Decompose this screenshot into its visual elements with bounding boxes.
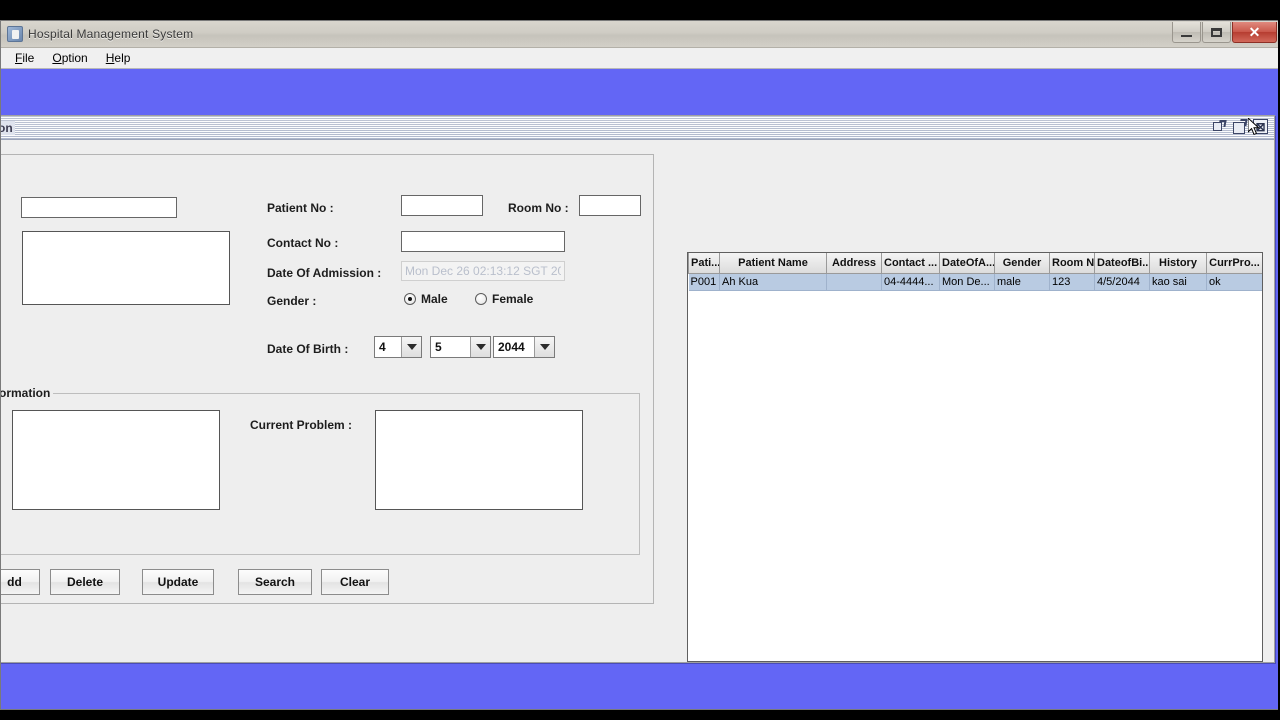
table-col-gender[interactable]: Gender xyxy=(994,253,1050,274)
table-col-address[interactable]: Address xyxy=(826,253,882,274)
history-textarea[interactable] xyxy=(12,410,220,510)
contact-no-label: Contact No : xyxy=(267,236,339,250)
window-title: Hospital Management System xyxy=(28,27,194,41)
cell-gender: male xyxy=(994,273,1050,291)
menu-option-rest: ption xyxy=(61,50,88,65)
chevron-down-icon xyxy=(401,337,421,357)
radio-male-label: Male xyxy=(421,292,448,306)
cell-date-of-admission: Mon De... xyxy=(939,273,995,291)
close-icon: ✕ xyxy=(1248,24,1261,40)
patient-no-label: Patient No : xyxy=(267,201,334,215)
chevron-down-icon xyxy=(534,337,554,357)
clear-button[interactable]: Clear xyxy=(321,569,389,595)
window-maximize-button[interactable] xyxy=(1202,22,1231,43)
cell-patient-no: P001 xyxy=(688,273,720,291)
internal-frame-minimize-button[interactable] xyxy=(1211,119,1226,134)
table-col-current-problem[interactable]: CurrPro... xyxy=(1206,253,1262,274)
maximize-icon xyxy=(1211,27,1222,37)
table-col-patient-name[interactable]: Patient Name xyxy=(719,253,827,274)
letterbox-top xyxy=(0,0,1280,20)
update-button[interactable]: Update xyxy=(142,569,214,595)
internal-frame-content: Patient No : Room No : Contact No : Date… xyxy=(1,140,1274,662)
date-of-birth-label: Date Of Birth : xyxy=(267,342,349,356)
desktop-pane: on ⊠ Patient No: Room No: Contact No:… xyxy=(1,69,1279,709)
cell-current-problem: ok xyxy=(1206,273,1262,291)
table-header-row: Pati... Patient Name Address Contact ...… xyxy=(688,253,1262,274)
table-col-room-no[interactable]: Room No xyxy=(1049,253,1095,274)
table-col-date-of-admission[interactable]: DateOfA... xyxy=(939,253,995,274)
radio-male-icon xyxy=(404,293,416,305)
cell-history: kao sai xyxy=(1149,273,1207,291)
patient-table: Pati... Patient Name Address Contact ...… xyxy=(688,253,1262,291)
window-minimize-button[interactable] xyxy=(1172,22,1201,43)
window-controls: ✕ xyxy=(1171,22,1277,43)
table-col-date-of-birth[interactable]: DateofBi... xyxy=(1094,253,1150,274)
table-col-contact[interactable]: Contact ... xyxy=(881,253,940,274)
dob-month-combo[interactable]: 5 xyxy=(430,336,491,358)
menu-help-rest: elp xyxy=(114,50,131,65)
contact-no-input[interactable] xyxy=(401,231,565,252)
cell-room-no: 123 xyxy=(1049,273,1095,291)
radio-female-label: Female xyxy=(492,292,534,306)
menu-file[interactable]: File xyxy=(7,49,42,68)
gender-radio-male[interactable]: Male xyxy=(404,292,448,306)
patient-no-input[interactable] xyxy=(401,195,483,216)
menu-file-rest: ile xyxy=(22,50,35,65)
window-titlebar[interactable]: Hospital Management System ✕ xyxy=(1,21,1279,48)
patient-name-input[interactable] xyxy=(21,197,177,218)
delete-button[interactable]: Delete xyxy=(50,569,120,595)
address-textarea[interactable] xyxy=(22,231,230,305)
internal-frame-titlebar[interactable]: on ⊠ xyxy=(1,116,1274,140)
dob-year-combo[interactable]: 2044 xyxy=(493,336,555,358)
letterbox-bottom xyxy=(0,710,1280,720)
internal-frame-title: on xyxy=(1,120,15,135)
patient-table-panel: Pati... Patient Name Address Contact ...… xyxy=(687,252,1263,662)
dob-day-value: 4 xyxy=(375,337,401,357)
menubar: File Option Help xyxy=(1,48,1279,69)
dob-year-value: 2044 xyxy=(494,337,534,357)
dob-month-value: 5 xyxy=(431,337,470,357)
current-problem-label: Current Problem : xyxy=(250,418,353,432)
table-row[interactable]: P001 Ah Kua 04-4444... Mon De... male 12… xyxy=(688,273,1262,291)
search-button[interactable]: Search xyxy=(238,569,312,595)
current-problem-textarea[interactable] xyxy=(375,410,583,510)
internal-frame-maximize-button[interactable] xyxy=(1232,119,1247,134)
cell-patient-name: Ah Kua xyxy=(719,273,827,291)
cell-contact: 04-4444... xyxy=(881,273,940,291)
date-of-admission-input[interactable] xyxy=(401,261,565,281)
table-col-patient-no[interactable]: Pati... xyxy=(688,253,720,274)
cell-address xyxy=(826,273,882,291)
table-empty-area xyxy=(688,290,1262,661)
add-button[interactable]: dd xyxy=(1,569,40,595)
information-group-panel: formation Current Problem : xyxy=(1,386,640,555)
internal-frame-patient-information: on ⊠ Patient No: Room No: Contact No:… xyxy=(1,115,1275,663)
date-of-admission-label: Date Of Admission : xyxy=(267,266,382,280)
dob-day-combo[interactable]: 4 xyxy=(374,336,422,358)
table-col-history[interactable]: History xyxy=(1149,253,1207,274)
screen-root: Hospital Management System ✕ File Option… xyxy=(0,0,1280,720)
cell-date-of-birth: 4/5/2044 xyxy=(1094,273,1150,291)
gender-radio-female[interactable]: Female xyxy=(475,292,533,306)
room-no-input[interactable] xyxy=(579,195,641,216)
patient-form-panel: Patient No : Room No : Contact No : Date… xyxy=(1,154,654,604)
menu-help[interactable]: Help xyxy=(98,49,139,68)
table-scroll-viewport[interactable]: Pati... Patient Name Address Contact ...… xyxy=(688,253,1262,291)
information-group-title: formation xyxy=(1,386,54,400)
minimize-icon xyxy=(1181,34,1192,37)
gender-label: Gender : xyxy=(267,294,317,308)
internal-frame-controls: ⊠ xyxy=(1211,119,1268,134)
internal-frame-close-button[interactable]: ⊠ xyxy=(1253,119,1268,134)
window-close-button[interactable]: ✕ xyxy=(1232,22,1277,43)
chevron-down-icon xyxy=(470,337,490,357)
menu-option-mnemonic: O xyxy=(52,50,62,65)
room-no-label: Room No : xyxy=(508,201,569,215)
application-window: Hospital Management System ✕ File Option… xyxy=(0,20,1280,710)
menu-option[interactable]: Option xyxy=(44,49,95,68)
app-icon xyxy=(7,26,23,42)
radio-female-icon xyxy=(475,293,487,305)
